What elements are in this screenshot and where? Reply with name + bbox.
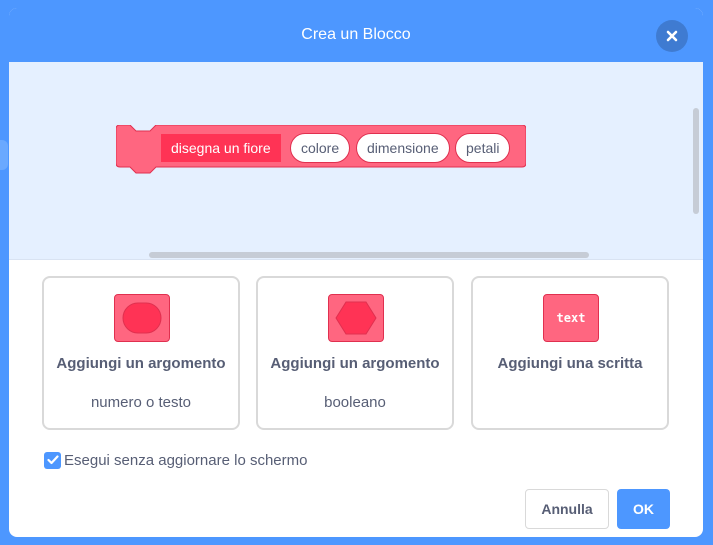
vertical-scrollbar[interactable]: [693, 108, 699, 214]
dialog-header: Crea un Blocco: [9, 8, 703, 62]
checkbox-checked-icon[interactable]: [44, 451, 61, 469]
run-without-refresh-checkbox[interactable]: Esegui senza aggiornare lo schermo: [44, 449, 307, 471]
horizontal-scrollbar[interactable]: [149, 252, 589, 258]
option-subtitle: booleano: [324, 394, 386, 411]
text-label-icon: text: [543, 294, 599, 342]
text-label-glyph: text: [556, 311, 586, 325]
block-name-input[interactable]: disegna un fiore: [161, 134, 281, 162]
ok-button[interactable]: OK: [617, 489, 670, 529]
boolean-input-icon: [328, 294, 384, 342]
dialog-title: Crea un Blocco: [301, 26, 411, 43]
number-text-input-icon: [114, 294, 170, 342]
add-text-label-button[interactable]: text Aggiungi una scritta: [471, 276, 669, 430]
cancel-button[interactable]: Annulla: [525, 489, 609, 529]
option-title: Aggiungi un argomento: [56, 355, 226, 372]
option-title: Aggiungi una scritta: [497, 355, 643, 372]
custom-block-dialog: Crea un Blocco disegna un fiore colore d…: [9, 8, 703, 537]
add-boolean-argument-button[interactable]: Aggiungi un argomento booleano: [256, 276, 454, 430]
background-editor-hint: [0, 140, 8, 170]
block-preview-canvas[interactable]: disegna un fiore colore dimensione petal…: [9, 62, 703, 260]
option-subtitle: numero o testo: [90, 394, 192, 411]
run-without-refresh-label: Esegui senza aggiornare lo schermo: [64, 451, 308, 469]
add-number-text-argument-button[interactable]: Aggiungi un argomento numero o testo: [42, 276, 240, 430]
close-button[interactable]: [656, 20, 688, 52]
block-argument-dimensione[interactable]: dimensione: [356, 133, 450, 163]
close-icon: [666, 30, 678, 42]
option-title: Aggiungi un argomento: [270, 355, 440, 372]
block-argument-petali[interactable]: petali: [455, 133, 511, 163]
block-argument-colore[interactable]: colore: [290, 133, 351, 163]
